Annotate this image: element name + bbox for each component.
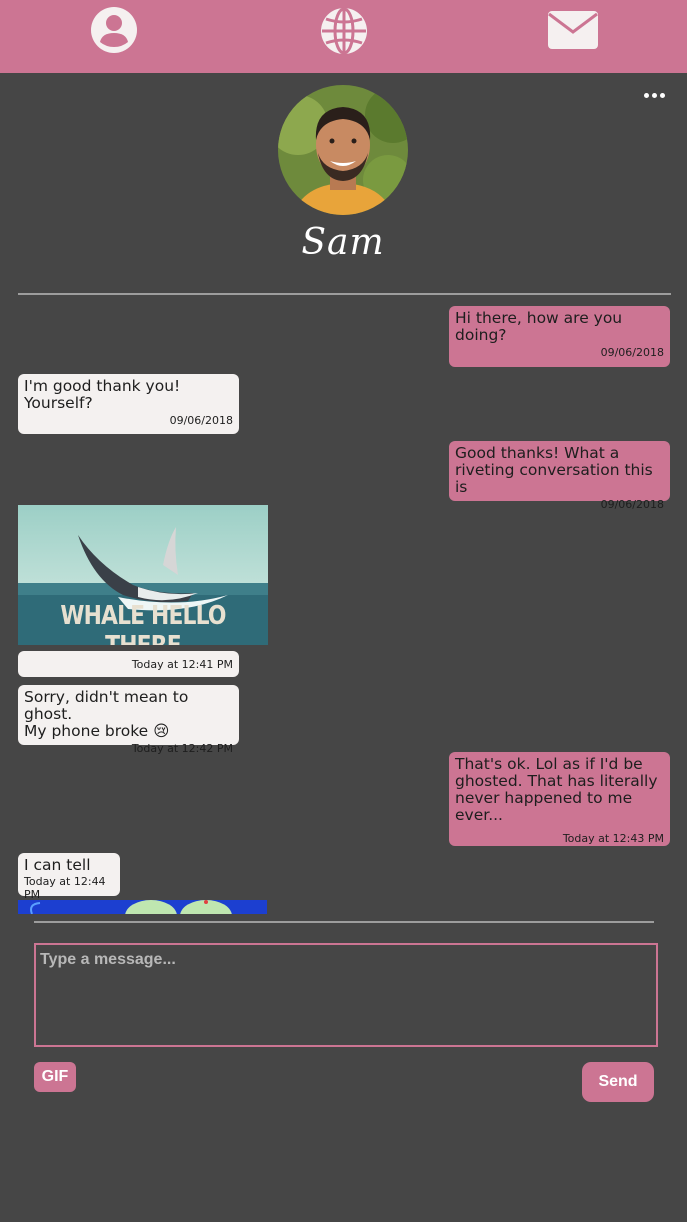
message-timestamp: 09/06/2018 xyxy=(600,346,664,359)
contact-name: Sam xyxy=(301,222,385,263)
message-text: I can tell xyxy=(24,856,91,874)
message-text: Sorry, didn't mean to ghost. My phone br… xyxy=(24,688,189,740)
message-timestamp: Today at 12:42 PM xyxy=(131,742,233,755)
message-timestamp: Today at 12:44 PM xyxy=(24,875,106,901)
message-text: Good thanks! What a riveting conversatio… xyxy=(455,444,653,496)
message-text: I'm good thank you! Yourself? xyxy=(24,377,181,412)
message-bubble-received: Today at 12:41 PM xyxy=(18,651,239,677)
mail-icon[interactable] xyxy=(547,10,599,50)
message-timestamp: Today at 12:43 PM xyxy=(562,832,664,845)
composer-divider xyxy=(34,921,654,923)
gif-caption: WHALE HELLO THERE xyxy=(60,601,226,645)
whale-gif-image[interactable]: WHALE HELLO THERE xyxy=(18,505,268,645)
message-bubble-sent: That's ok. Lol as if I'd be ghosted. Tha… xyxy=(449,752,670,846)
message-bubble-received: Sorry, didn't mean to ghost. My phone br… xyxy=(18,685,239,755)
globe-icon[interactable] xyxy=(319,6,369,56)
header-divider xyxy=(18,293,671,295)
message-bubble-sent: Good thanks! What a riveting conversatio… xyxy=(449,441,670,511)
message-bubble-received: I'm good thank you! Yourself? 09/06/2018 xyxy=(18,374,239,434)
message-input[interactable] xyxy=(34,943,658,1047)
avatar xyxy=(278,85,408,215)
message-bubble-received: I can tell Today at 12:44 PM xyxy=(18,853,120,901)
top-nav-bar xyxy=(0,0,687,73)
message-bubble-sent: Hi there, how are you doing? 09/06/2018 xyxy=(449,306,670,367)
gif-button[interactable]: GIF xyxy=(34,1062,76,1092)
message-text: Hi there, how are you doing? xyxy=(455,309,623,344)
message-timestamp: 09/06/2018 xyxy=(169,414,233,427)
send-button[interactable]: Send xyxy=(582,1062,654,1102)
message-timestamp: Today at 12:41 PM xyxy=(131,658,233,671)
window-edge xyxy=(687,0,692,1222)
message-text: That's ok. Lol as if I'd be ghosted. Tha… xyxy=(455,755,658,824)
message-timestamp: 09/06/2018 xyxy=(600,498,664,511)
user-icon[interactable] xyxy=(90,6,138,54)
gif-preview-partial[interactable] xyxy=(18,900,267,914)
more-options-icon[interactable] xyxy=(641,86,667,104)
